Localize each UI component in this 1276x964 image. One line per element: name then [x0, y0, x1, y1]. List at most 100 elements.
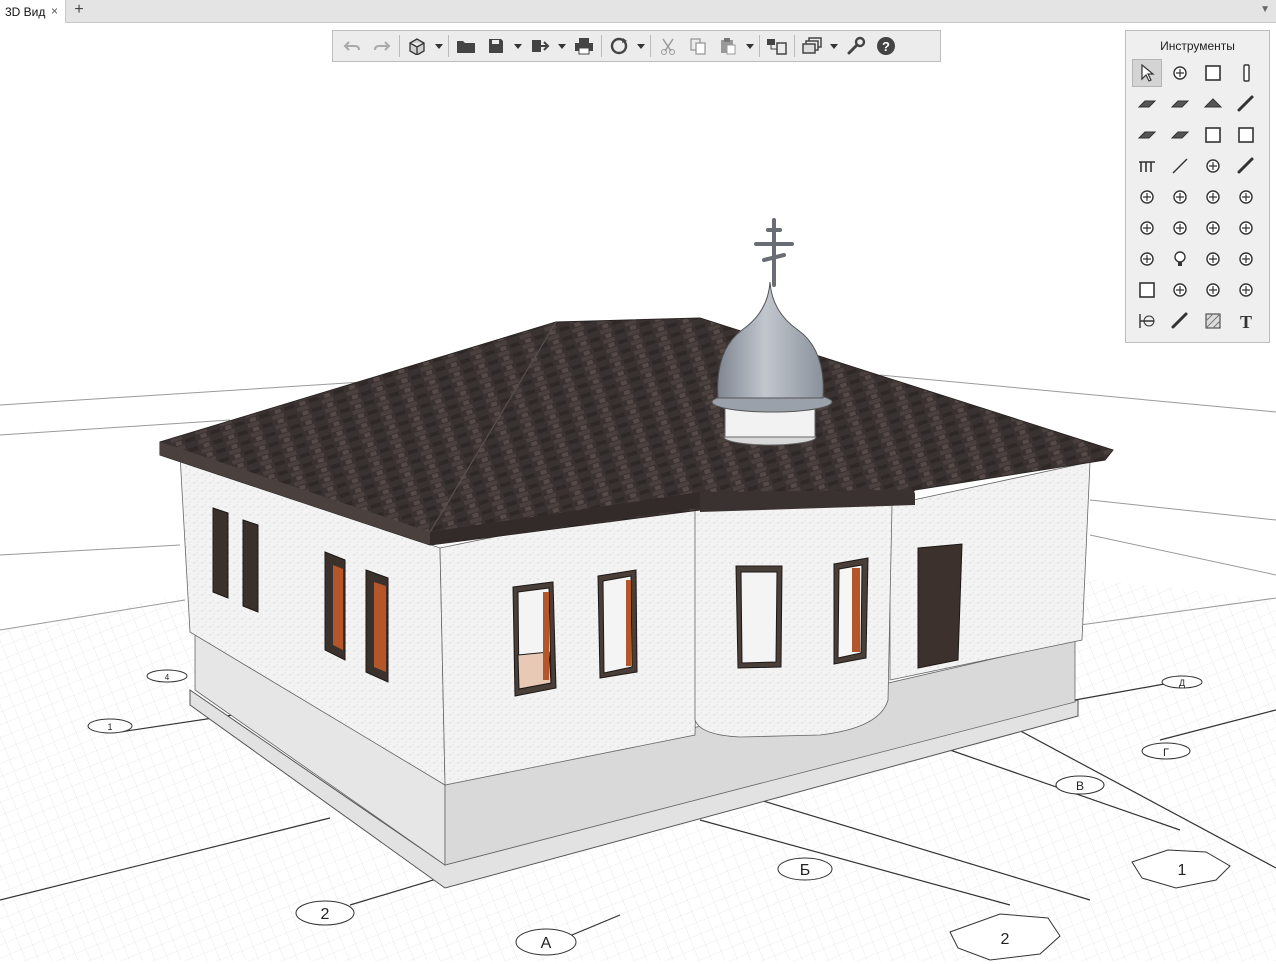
coil-icon: [1206, 221, 1220, 235]
tool-text-tool-button[interactable]: T: [1231, 307, 1261, 335]
tool-select-arrow-button[interactable]: [1132, 59, 1162, 87]
dropdown-arrow-icon: [558, 43, 566, 49]
paste-dropdown[interactable]: [743, 33, 757, 59]
appliance-icon: [1173, 190, 1187, 204]
tool-sanitary-button[interactable]: [1132, 183, 1162, 211]
dropdown-arrow-icon: [746, 43, 754, 49]
tool-line-button[interactable]: [1165, 152, 1195, 180]
camera-icon: [1206, 283, 1220, 297]
help-button[interactable]: ?: [871, 33, 901, 59]
tool-column-button[interactable]: [1231, 59, 1261, 87]
tool-tag-button[interactable]: [1231, 276, 1261, 304]
tab-menu-icon[interactable]: ▼: [1260, 4, 1270, 15]
tool-beam-button[interactable]: [1231, 90, 1261, 118]
svg-text:2: 2: [1001, 931, 1010, 948]
export-dropdown[interactable]: [555, 33, 569, 59]
tool-floor-button[interactable]: [1165, 90, 1195, 118]
layers-button[interactable]: [762, 33, 792, 59]
layers-icon: [767, 39, 787, 55]
grid-marker-d: Д: [1161, 675, 1203, 689]
views-dropdown[interactable]: [827, 33, 841, 59]
duct-icon: [1239, 190, 1253, 204]
tool-door-button[interactable]: [1198, 121, 1228, 149]
grid-marker-a: А: [515, 928, 577, 956]
export-button[interactable]: [525, 33, 555, 59]
tab-3d-view[interactable]: 3D Вид ×: [0, 0, 66, 23]
print-button[interactable]: [569, 33, 599, 59]
tool-roof-button[interactable]: [1198, 90, 1228, 118]
3d-view-button[interactable]: [402, 33, 432, 59]
help-icon: ?: [877, 37, 895, 55]
tab-bar: 3D Вид × + ▼: [0, 0, 1276, 23]
pipe-icon: [1237, 157, 1254, 174]
settings-button[interactable]: [841, 33, 871, 59]
tab-close-icon[interactable]: ×: [51, 4, 58, 18]
export-icon: [532, 40, 550, 52]
hatch-icon: [1205, 313, 1221, 329]
tool-shapes-button[interactable]: [1165, 59, 1195, 87]
tool-ramp-button[interactable]: [1165, 121, 1195, 149]
svg-text:1: 1: [107, 722, 112, 732]
dropdown-arrow-icon: [637, 43, 645, 49]
stair-icon: [1137, 131, 1157, 139]
tool-panel-button[interactable]: [1132, 276, 1162, 304]
grid-marker-left-1: 1: [87, 718, 133, 734]
svg-text:2: 2: [321, 906, 330, 923]
print-icon: [575, 38, 593, 55]
tool-light-button[interactable]: [1165, 245, 1195, 273]
tool-fan-button[interactable]: [1198, 183, 1228, 211]
redo-button[interactable]: [367, 33, 397, 59]
paste-icon: [721, 38, 736, 55]
fan-icon: [1206, 190, 1220, 204]
tool-stair-button[interactable]: [1132, 121, 1162, 149]
3d-viewport[interactable]: А Б В Г Д 1 2 2 1 4: [0, 23, 1276, 961]
tool-window-button[interactable]: [1231, 121, 1261, 149]
undo-button[interactable]: [337, 33, 367, 59]
grid-marker-b: Б: [777, 857, 833, 881]
tool-wall-box-button[interactable]: [1198, 59, 1228, 87]
open-button[interactable]: [451, 33, 481, 59]
paste-button[interactable]: [713, 33, 743, 59]
light-icon: [1174, 251, 1186, 266]
add-tab-button[interactable]: +: [70, 2, 88, 20]
toolbar-separator: [794, 35, 795, 57]
sync-button[interactable]: [604, 33, 634, 59]
tool-fitting-button[interactable]: [1231, 214, 1261, 242]
tool-plumbing-button[interactable]: [1198, 152, 1228, 180]
tool-coil-button[interactable]: [1198, 214, 1228, 242]
tool-equipment-button[interactable]: [1165, 214, 1195, 242]
save-button[interactable]: [481, 33, 511, 59]
tools-panel-title: Инструменты: [1160, 39, 1235, 53]
3d-view-dropdown[interactable]: [432, 33, 446, 59]
views-button[interactable]: [797, 33, 827, 59]
electric-icon: [1206, 252, 1220, 266]
tool-object-button[interactable]: [1165, 276, 1195, 304]
views-icon: [802, 37, 822, 54]
sync-icon: [610, 37, 628, 55]
railing-icon: [1139, 161, 1155, 172]
floor-icon: [1170, 100, 1190, 108]
sync-dropdown[interactable]: [634, 33, 648, 59]
copy-icon: [690, 38, 706, 55]
grid-marker-left-2: 2: [295, 900, 355, 926]
plumbing-icon: [1206, 159, 1220, 173]
tool-curve-button[interactable]: [1165, 307, 1195, 335]
tool-hatch-button[interactable]: [1198, 307, 1228, 335]
tool-camera-button[interactable]: [1198, 276, 1228, 304]
copy-button[interactable]: [683, 33, 713, 59]
tool-pipe-button[interactable]: [1231, 152, 1261, 180]
tool-duct-button[interactable]: [1231, 183, 1261, 211]
tools-panel: Инструменты T: [1125, 30, 1270, 343]
tool-railing-button[interactable]: [1132, 152, 1162, 180]
tool-electric-button[interactable]: [1198, 245, 1228, 273]
tab-label: 3D Вид: [5, 5, 46, 19]
tool-valve-button[interactable]: [1132, 214, 1162, 242]
tool-slab-button[interactable]: [1132, 90, 1162, 118]
save-dropdown[interactable]: [511, 33, 525, 59]
tool-hvac-button[interactable]: [1132, 245, 1162, 273]
cut-button[interactable]: [653, 33, 683, 59]
equipment-icon: [1173, 221, 1187, 235]
tool-appliance-button[interactable]: [1165, 183, 1195, 211]
tool-outlet-button[interactable]: [1231, 245, 1261, 273]
tool-dimension-button[interactable]: [1132, 307, 1162, 335]
